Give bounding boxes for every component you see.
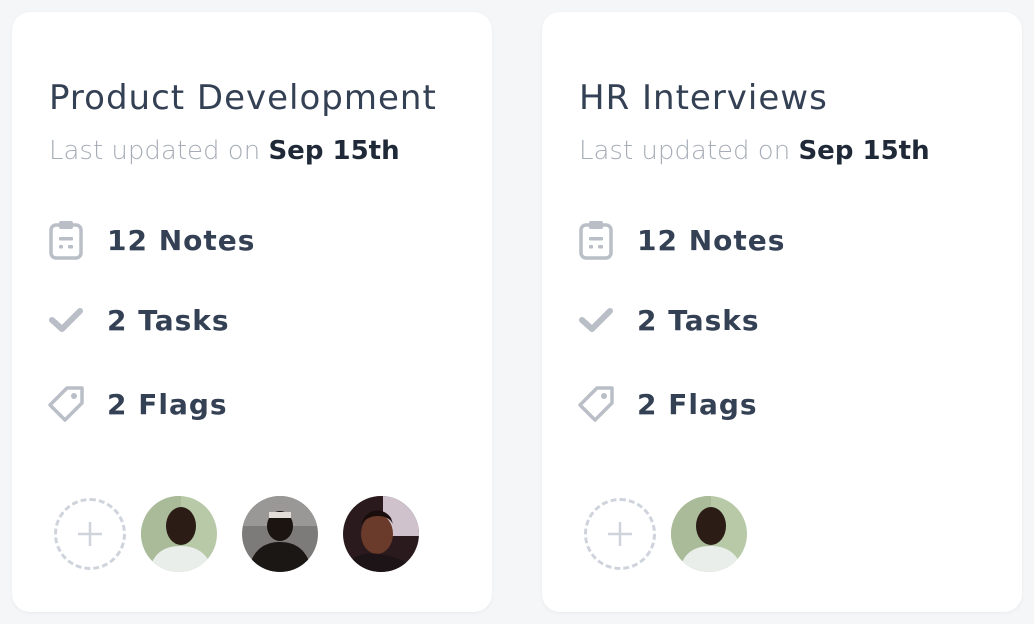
- tag-icon: [576, 384, 616, 424]
- add-member-button[interactable]: [54, 498, 126, 570]
- tasks-stat[interactable]: 2 Tasks: [46, 300, 230, 340]
- notes-count: 12 Notes: [107, 223, 256, 257]
- notes-count: 12 Notes: [637, 223, 786, 257]
- member-list: [54, 496, 419, 572]
- last-updated-date: Sep 15th: [798, 136, 930, 166]
- flags-stat[interactable]: 2 Flags: [576, 384, 758, 424]
- checkmark-icon: [46, 300, 86, 340]
- member-list: [584, 496, 747, 572]
- project-title[interactable]: Product Development: [49, 78, 437, 118]
- tasks-count: 2 Tasks: [107, 303, 230, 337]
- project-card[interactable]: Product Development Last updated on Sep …: [12, 12, 492, 612]
- add-member-button[interactable]: [584, 498, 656, 570]
- tasks-stat[interactable]: 2 Tasks: [576, 300, 760, 340]
- clipboard-icon: [46, 220, 86, 260]
- last-updated: Last updated on Sep 15th: [49, 136, 400, 166]
- flags-count: 2 Flags: [637, 387, 758, 421]
- project-title[interactable]: HR Interviews: [579, 78, 828, 118]
- avatar[interactable]: [671, 496, 747, 572]
- plus-icon: [78, 522, 102, 546]
- avatar[interactable]: [343, 496, 419, 572]
- clipboard-icon: [576, 220, 616, 260]
- notes-stat[interactable]: 12 Notes: [46, 220, 255, 260]
- last-updated-prefix: Last updated on: [579, 136, 791, 166]
- tasks-count: 2 Tasks: [637, 303, 760, 337]
- last-updated-date: Sep 15th: [268, 136, 400, 166]
- last-updated-prefix: Last updated on: [49, 136, 261, 166]
- avatar[interactable]: [242, 496, 318, 572]
- flags-stat[interactable]: 2 Flags: [46, 384, 228, 424]
- flags-count: 2 Flags: [107, 387, 228, 421]
- project-card[interactable]: HR Interviews Last updated on Sep 15th 1…: [542, 12, 1022, 612]
- avatar[interactable]: [141, 496, 217, 572]
- notes-stat[interactable]: 12 Notes: [576, 220, 785, 260]
- last-updated: Last updated on Sep 15th: [579, 136, 930, 166]
- plus-icon: [608, 522, 632, 546]
- checkmark-icon: [576, 300, 616, 340]
- tag-icon: [46, 384, 86, 424]
